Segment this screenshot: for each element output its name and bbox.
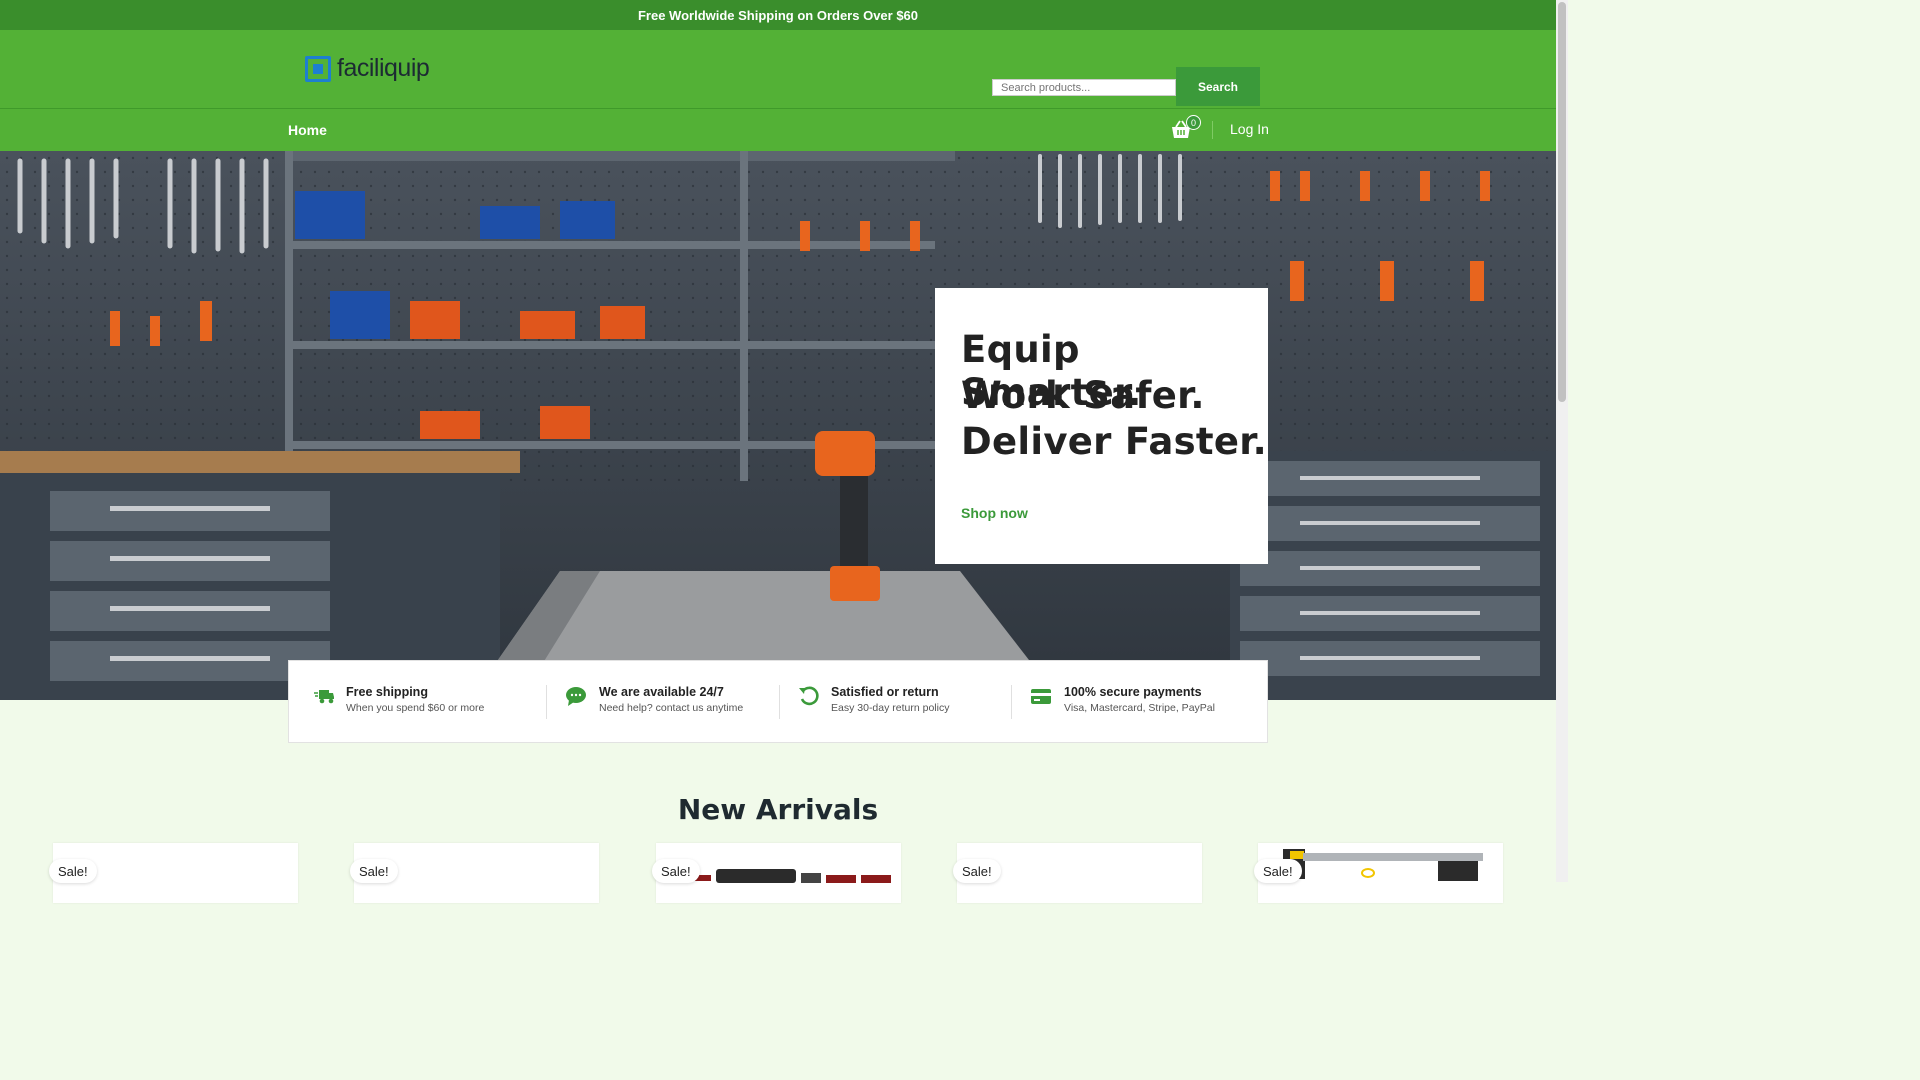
product-card[interactable]: Sale! <box>350 843 599 903</box>
search-input[interactable] <box>992 79 1176 96</box>
announcement-bar: Free Worldwide Shipping on Orders Over $… <box>0 0 1556 30</box>
feature-title: Free shipping <box>346 685 428 699</box>
hero-text-card: Equip Smarter. Work Safer. Deliver Faste… <box>935 288 1268 564</box>
announcement-text: Free Worldwide Shipping on Orders Over $… <box>637 7 919 23</box>
feature-title: Satisfied or return <box>831 685 939 699</box>
section-title-new-arrivals: New Arrivals <box>677 793 879 826</box>
shop-now-link[interactable]: Shop now <box>961 505 1028 521</box>
credit-card-icon <box>1031 689 1051 704</box>
feature-title: We are available 24/7 <box>599 685 724 699</box>
product-card[interactable]: Sale! <box>1254 843 1503 903</box>
feature-subtitle: Visa, Mastercard, Stripe, PayPal <box>1064 702 1215 714</box>
scrollbar-thumb[interactable] <box>1558 2 1566 402</box>
sale-badge: Sale! <box>652 859 700 883</box>
page-scrollbar[interactable] <box>1556 0 1568 882</box>
hero-banner: Equip Smarter. Work Safer. Deliver Faste… <box>0 151 1556 700</box>
logo[interactable]: faciliquip <box>305 54 430 83</box>
cart-count-badge: 0 <box>1186 115 1201 130</box>
feature-divider <box>546 685 547 719</box>
sale-badge: Sale! <box>350 859 398 883</box>
search-button[interactable]: Search <box>1176 67 1260 106</box>
product-card[interactable]: Sale! <box>652 843 901 903</box>
feature-subtitle: Need help? contact us anytime <box>599 702 744 714</box>
sale-badge: Sale! <box>1254 859 1302 883</box>
nav-home-link[interactable]: Home <box>288 122 327 138</box>
hero-headline-line-2: Work Safer. <box>961 374 1205 417</box>
feature-title: 100% secure payments <box>1064 685 1202 699</box>
sale-badge: Sale! <box>49 859 97 883</box>
nav-divider <box>1212 121 1213 139</box>
logo-icon <box>305 55 331 82</box>
feature-subtitle: When you spend $60 or more <box>346 702 485 714</box>
truck-icon <box>314 690 334 704</box>
cart-button[interactable]: 0 <box>1170 115 1201 140</box>
sale-badge: Sale! <box>953 859 1001 883</box>
features-bar: Free shipping When you spend $60 or more… <box>288 660 1268 743</box>
logo-text: faciliquip <box>337 54 430 82</box>
feature-subtitle: Easy 30-day return policy <box>831 702 950 714</box>
return-icon <box>799 686 819 706</box>
product-card[interactable]: Sale! <box>49 843 298 903</box>
feature-divider <box>779 685 780 719</box>
feature-divider <box>1011 685 1012 719</box>
hero-headline-line-3: Deliver Faster. <box>961 420 1267 463</box>
login-link[interactable]: Log In <box>1230 121 1269 137</box>
chat-icon <box>566 687 586 706</box>
site-header: faciliquip Search <box>0 30 1556 109</box>
main-nav: Home 0 Log In <box>0 109 1556 151</box>
product-card[interactable]: Sale! <box>953 843 1202 903</box>
hero-workshop-image <box>0 151 1556 700</box>
